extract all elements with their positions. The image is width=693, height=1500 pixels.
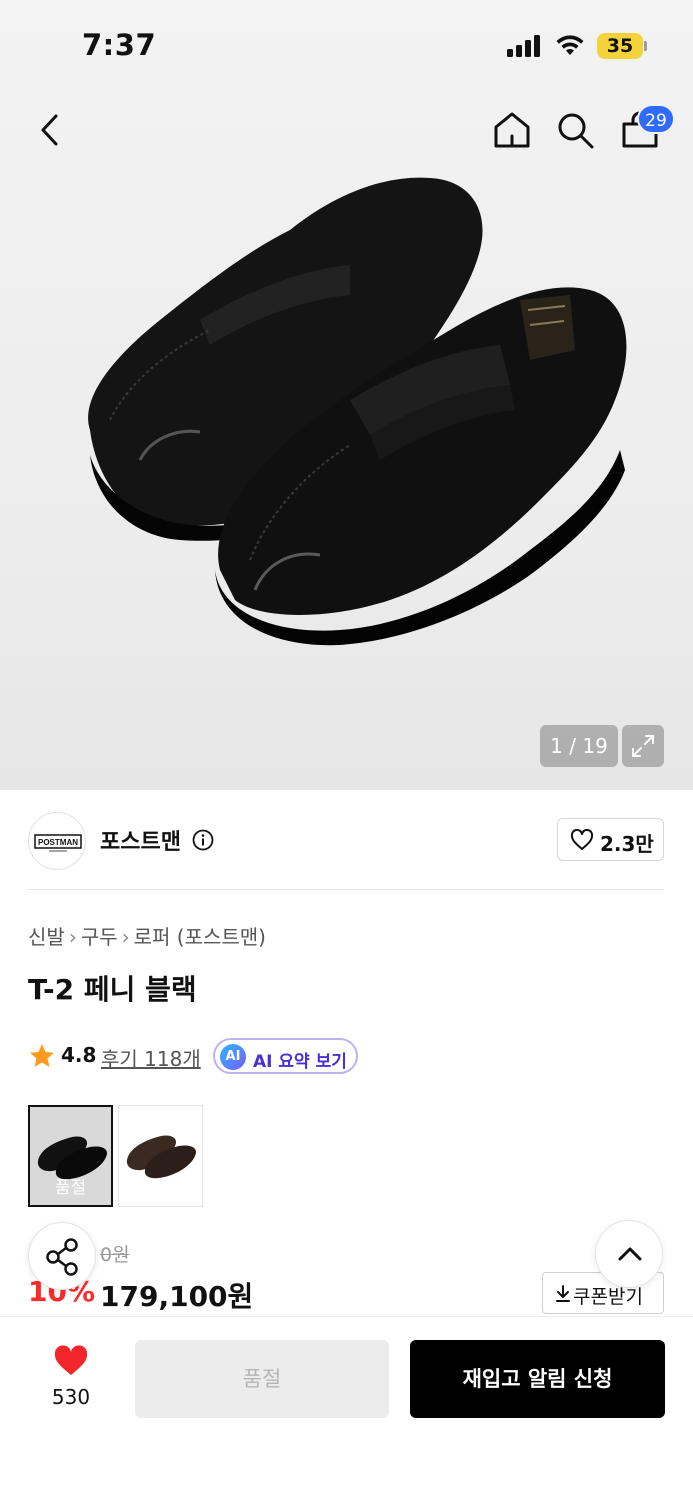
color-option-brown[interactable] [118,1105,203,1207]
breadcrumb-item-loafers[interactable]: 로퍼 (포스트맨) [134,921,266,950]
download-icon [556,1285,570,1302]
chevron-right-icon: › [68,925,77,949]
battery-indicator: 35 [597,33,643,59]
svg-text:POSTMAN: POSTMAN [38,838,78,847]
chevron-up-icon [618,1247,642,1261]
sale-price: 179,100원 [100,1280,254,1313]
share-icon [46,1238,78,1276]
image-counter: 1 / 19 [540,725,618,767]
battery-cap [644,41,647,51]
search-icon[interactable] [553,108,597,152]
soldout-tag: 품절 [54,1178,87,1198]
ai-summary-button[interactable]: AI AI 요약 보기 [213,1038,358,1074]
breadcrumb-item-dress-shoes[interactable]: 구두 [81,921,118,950]
review-count-link[interactable]: 후기 118개 [101,1043,201,1072]
ai-badge-icon: AI [220,1044,246,1070]
share-button[interactable] [28,1222,96,1290]
product-title: T-2 페니 블랙 [28,973,197,1006]
rating-value: 4.8 [61,1043,97,1067]
color-option-black[interactable]: 품절 [28,1105,113,1207]
product-photo-loafers [88,177,627,646]
heart-outline-icon [570,829,594,850]
heart-filled-icon[interactable] [53,1345,89,1377]
brand-like-button[interactable]: 2.3만 [557,818,664,861]
postman-logo-icon: POSTMAN [34,834,82,852]
cellular-signal-icon [507,35,540,57]
ai-summary-label: AI 요약 보기 [253,1052,347,1072]
brand-logo[interactable]: POSTMAN [28,812,86,870]
soldout-button: 품절 [135,1340,389,1418]
back-chevron-left-icon[interactable] [30,108,74,152]
chevron-right-icon: › [121,925,130,949]
scroll-to-top-button[interactable] [595,1220,663,1288]
breadcrumb-item-shoes[interactable]: 신발 [28,921,65,950]
original-price: 0원 [100,1244,130,1266]
status-time: 7:37 [82,28,157,62]
brand-like-count: 2.3만 [600,832,654,856]
status-bar: 7:37 35 [0,0,693,90]
cart-count-badge: 29 [637,104,675,134]
wish-count: 530 [51,1385,91,1409]
product-image-gallery[interactable]: 7:37 35 29 1 / 19 [0,0,693,790]
brown-loafer-thumbnail [126,1135,197,1179]
restock-alert-button[interactable]: 재입고 알림 신청 [410,1340,665,1418]
expand-icon[interactable] [622,725,664,767]
info-icon[interactable] [192,829,214,851]
breadcrumb: 신발 › 구두 › 로퍼 (포스트맨) [28,921,266,950]
home-icon[interactable] [490,108,534,152]
brand-name[interactable]: 포스트맨 [100,824,181,856]
star-icon [30,1044,54,1067]
divider [28,889,664,890]
wifi-icon [556,35,584,55]
